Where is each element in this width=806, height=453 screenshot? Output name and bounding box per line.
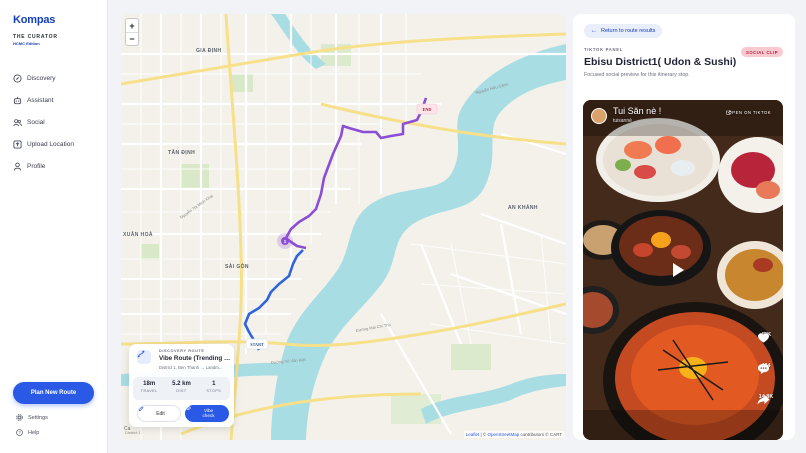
start-label: START — [250, 342, 264, 347]
brand-edition: HCMC Edition — [13, 41, 40, 46]
zoom-in-button[interactable]: + — [126, 19, 138, 32]
share-control[interactable]: 14.8K — [757, 394, 775, 405]
sidebar: Kompas THE CURATOR HCMC Edition Discover… — [0, 0, 108, 453]
svg-text:?: ? — [18, 430, 21, 435]
vibe-check-label: Vibe check — [202, 407, 215, 418]
map-label-tan-dinh: TÂN ĐỊNH — [168, 149, 195, 156]
play-button[interactable] — [671, 262, 695, 286]
return-to-results-button[interactable]: ← Return to route results — [584, 24, 663, 38]
brand-logo[interactable]: Kompas — [13, 14, 55, 26]
social-panel: ← Return to route results TIKTOK PANEL S… — [573, 14, 795, 440]
stat-stops: 1 STOPS — [198, 377, 230, 400]
leaflet-link[interactable]: Leaflet — [466, 432, 480, 437]
map-label-an-khanh: AN KHÁNH — [508, 204, 538, 211]
stat-dist: 5.2 km DIST — [165, 377, 197, 400]
route-summary-card: DISCOVERY ROUTE Vibe Route (Trending C..… — [129, 344, 234, 427]
panel-kicker: TIKTOK PANEL — [584, 47, 623, 52]
help-label: Help — [28, 429, 40, 436]
sidebar-item-label: Assistant — [27, 96, 54, 104]
share-icon — [757, 394, 770, 405]
app-root: Kompas THE CURATOR HCMC Edition Discover… — [0, 0, 806, 453]
map-attribution: Leaflet | © OpenStreetMap contributors ©… — [463, 431, 564, 438]
author-avatar[interactable] — [591, 108, 607, 124]
plan-new-route-button[interactable]: Plan New Route — [13, 382, 94, 404]
panel-title: Ebisu District1( Udon & Sushi) — [584, 56, 737, 68]
stat-label: DIST — [176, 389, 187, 393]
stat-label: TRAVEL — [140, 389, 158, 393]
compass-icon — [13, 73, 22, 83]
comment-icon — [757, 363, 770, 375]
video-author[interactable]: Tui Săn nè ! — [613, 106, 661, 116]
sidebar-item-label: Upload Location — [27, 140, 74, 148]
people-icon — [13, 118, 22, 127]
social-clip-badge: SOCIAL CLIP — [741, 47, 783, 57]
edit-label: Edit — [156, 410, 165, 417]
brand-tagline: THE CURATOR — [13, 34, 58, 40]
stat-value: 1 — [212, 381, 216, 387]
open-on-tiktok-link[interactable]: OPEN ON TIKTOK — [726, 110, 771, 115]
sidebar-nav: Discovery Assistant Social Upload Locati… — [13, 67, 103, 177]
map-corner-text: Ca — [124, 426, 131, 432]
route-map[interactable]: GIA ĐỊNH TÂN ĐỊNH XUÂN HOÀ SÀI GÒN AN KH… — [121, 14, 566, 440]
route-title: Vibe Route (Trending C... — [159, 355, 231, 362]
attrib-rest: contributors © CART — [519, 432, 563, 437]
comment-control[interactable]: 424 — [757, 363, 775, 375]
like-control[interactable]: 45K — [757, 332, 775, 343]
stat-travel: 18m TRAVEL — [133, 377, 165, 400]
sidebar-item-profile[interactable]: Profile — [13, 155, 103, 177]
return-label: Return to route results — [601, 28, 656, 34]
help-link[interactable]: ? Help — [16, 429, 39, 436]
gear-icon — [16, 414, 23, 421]
stat-value: 18m — [143, 381, 156, 387]
osm-link[interactable]: OpenStreetMap — [487, 432, 519, 437]
sidebar-item-discovery[interactable]: Discovery — [13, 67, 103, 89]
sidebar-item-social[interactable]: Social — [13, 111, 103, 133]
map-label-xuan-hoa: XUÂN HOÀ — [123, 231, 153, 238]
vibe-check-button[interactable]: Vibe check — [185, 405, 229, 422]
sidebar-item-assistant[interactable]: Assistant — [13, 89, 103, 111]
sidebar-item-upload-location[interactable]: Upload Location — [13, 133, 103, 155]
settings-link[interactable]: Settings — [16, 414, 48, 421]
open-on-tiktok-label: OPEN ON TIKTOK — [728, 110, 771, 115]
play-icon — [673, 263, 684, 277]
end-label: END — [423, 107, 432, 112]
map-label-gia-dinh: GIA ĐỊNH — [196, 48, 222, 54]
arrow-left-icon: ← — [591, 28, 597, 34]
robot-icon — [13, 96, 22, 105]
tiktok-video-player[interactable]: Tui Săn nè ! tuisannè OPEN ON TIKTOK 45K… — [583, 100, 783, 440]
stat-value: 5.2 km — [172, 381, 191, 387]
route-kicker: DISCOVERY ROUTE — [159, 349, 205, 353]
route-stats: 18m TRAVEL 5.2 km DIST 1 STOPS — [133, 377, 230, 400]
panel-subtitle: Focused social preview for this itinerar… — [584, 72, 690, 78]
user-icon — [13, 162, 22, 171]
help-icon: ? — [16, 429, 23, 436]
stat-label: STOPS — [206, 389, 222, 393]
edit-route-button[interactable]: Edit — [137, 405, 181, 422]
route-subtitle: District 1, Ben Thanh → Landm... — [159, 365, 223, 370]
video-handle: tuisannè — [613, 118, 632, 124]
zoom-out-button[interactable]: − — [126, 32, 138, 45]
heart-icon — [757, 333, 770, 343]
sidebar-item-label: Social — [27, 118, 45, 126]
sidebar-item-label: Discovery — [27, 74, 56, 82]
route-icon — [137, 350, 151, 364]
sidebar-item-label: Profile — [27, 162, 46, 170]
zoom-control: + − — [125, 18, 139, 46]
settings-label: Settings — [28, 414, 48, 421]
upload-icon — [13, 139, 22, 149]
map-label-sai-gon: SÀI GÒN — [225, 262, 249, 270]
